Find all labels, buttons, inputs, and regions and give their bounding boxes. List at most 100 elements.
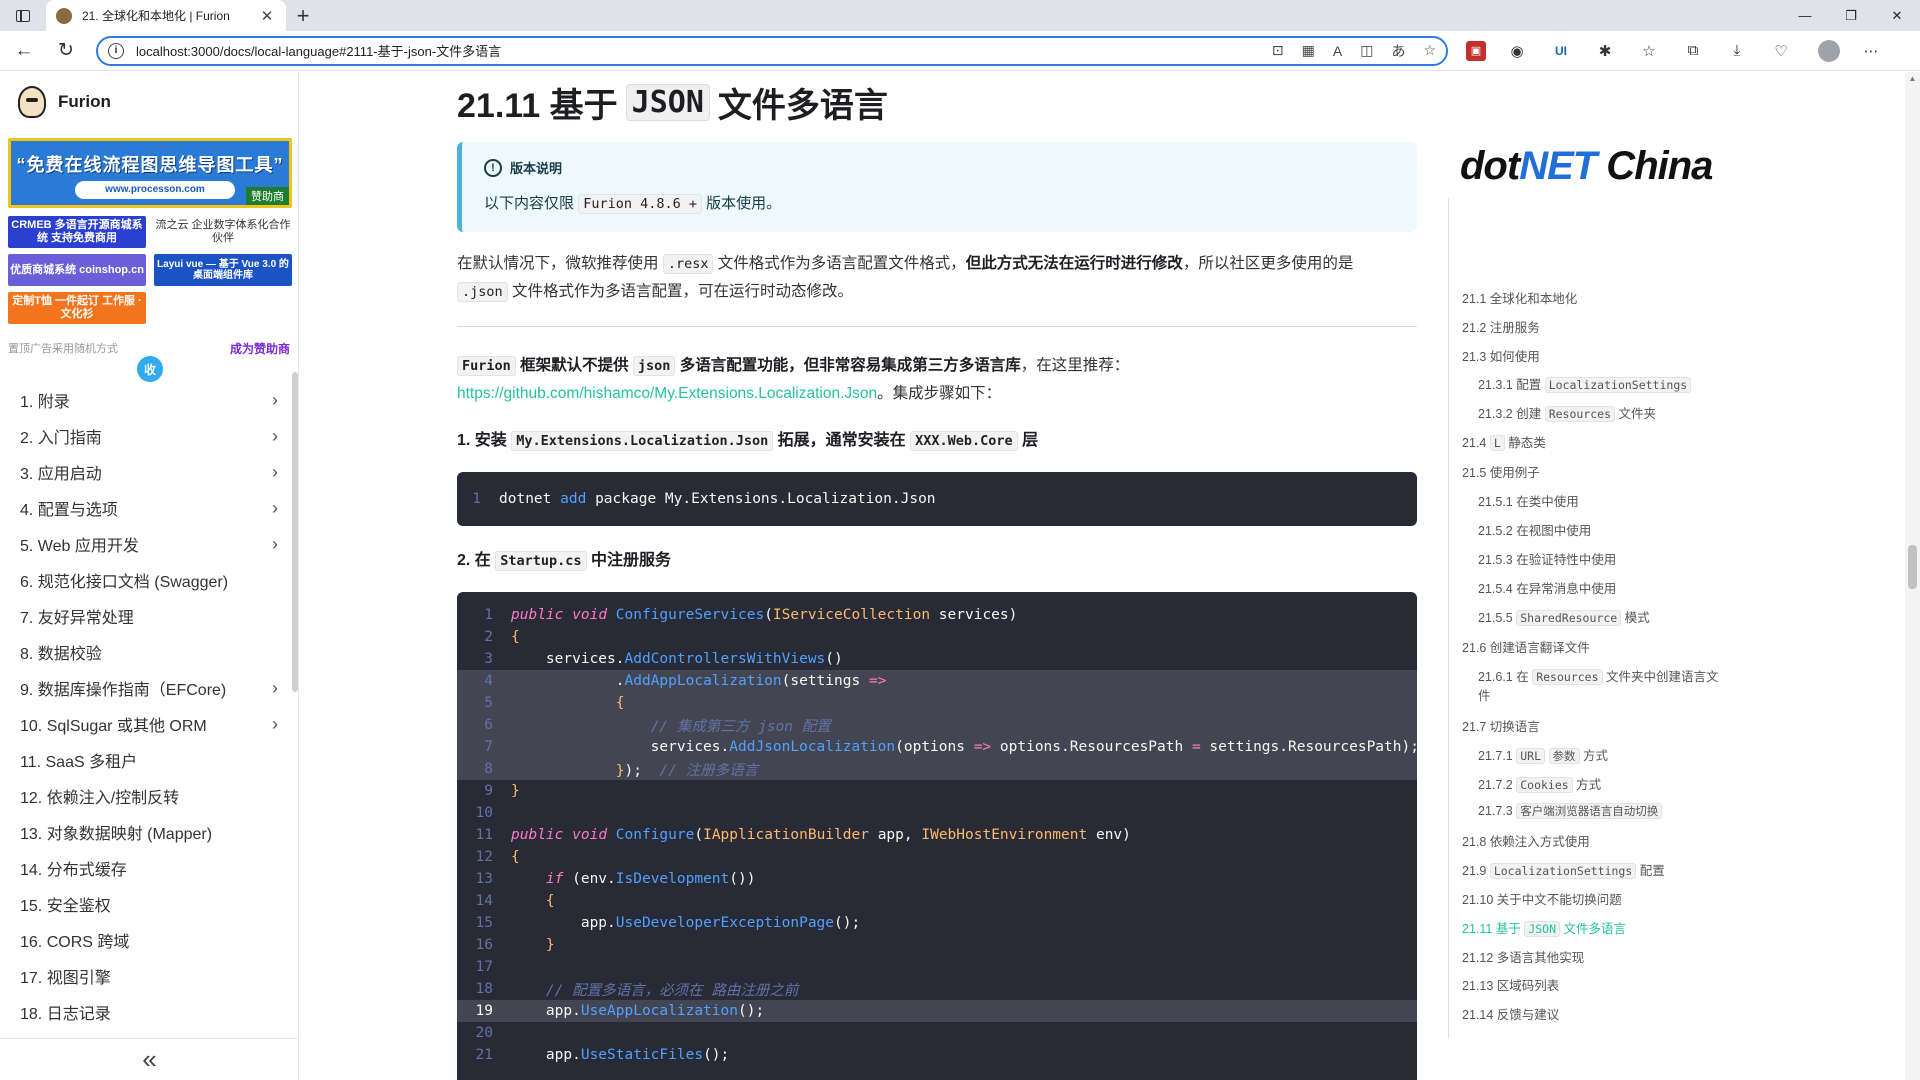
- extension-circle-icon[interactable]: ◉: [1504, 38, 1530, 64]
- translate-icon[interactable]: あ: [1391, 41, 1405, 61]
- profile-avatar[interactable]: [1818, 39, 1840, 62]
- code-line: 13 if (env.IsDevelopment()): [457, 868, 1417, 890]
- toc-item[interactable]: 21.3.1 配置 LocalizationSettings: [1478, 374, 1692, 393]
- sidebar-item[interactable]: 5. Web 应用开发 ›: [0, 526, 290, 562]
- sidebar-item-label: 6. 规范化接口文档 (Swagger): [20, 574, 229, 591]
- sidebar-item[interactable]: 18. 日志记录: [0, 994, 290, 1030]
- toc-item[interactable]: 21.5.1 在类中使用: [1478, 491, 1579, 510]
- toc-item[interactable]: 21.6 创建语言翻译文件: [1462, 637, 1590, 656]
- sidebar-item[interactable]: 1. 附录 ›: [0, 382, 290, 418]
- settings-menu-icon[interactable]: ⋯: [1858, 38, 1884, 64]
- chevron-right-icon[interactable]: ›: [260, 714, 290, 735]
- chevron-right-icon[interactable]: ›: [260, 534, 290, 555]
- browser-essentials-icon[interactable]: ♡: [1768, 38, 1794, 64]
- qr-code-icon[interactable]: ▦: [1302, 42, 1315, 59]
- sponsor-ad-5[interactable]: 定制T恤 一件起订 工作服 · 文化衫: [8, 292, 146, 324]
- browser-tab[interactable]: 21. 全球化和本地化 | Furion ✕: [46, 0, 286, 31]
- sidebar-item[interactable]: 11. SaaS 多租户: [0, 742, 290, 778]
- sidebar-item[interactable]: 13. 对象数据映射 (Mapper): [0, 814, 290, 850]
- toc-item[interactable]: 21.7.2 Cookies 方式: [1478, 774, 1601, 793]
- toc-item[interactable]: 21.3 如何使用: [1462, 346, 1540, 365]
- site-brand[interactable]: Furion: [18, 86, 111, 118]
- dotnet-china-logo[interactable]: dotNET China: [1460, 144, 1713, 189]
- page-scrollbar-thumb[interactable]: [1908, 545, 1917, 589]
- downloads-icon[interactable]: ⤓: [1724, 38, 1750, 64]
- toc-item[interactable]: 21.3.2 创建 Resources 文件夹: [1478, 403, 1656, 422]
- toc-item[interactable]: 21.7.3 客户端浏览器语言自动切换: [1478, 803, 1663, 819]
- become-sponsor-link[interactable]: 成为赞助商: [230, 340, 290, 357]
- extension-ui-icon[interactable]: UI: [1548, 38, 1574, 64]
- toc-item[interactable]: 21.1 全球化和本地化: [1462, 288, 1577, 307]
- chevron-right-icon[interactable]: ›: [260, 462, 290, 483]
- version-code: Furion 4.8.6 +: [578, 194, 702, 214]
- toc-item[interactable]: 21.7.1 URL 参数 方式: [1478, 745, 1608, 764]
- toc-item[interactable]: 21.5.3 在验证特性中使用: [1478, 549, 1616, 568]
- sponsor-ad-1[interactable]: CRMEB 多语言开源商城系统 支持免费商用: [8, 216, 146, 248]
- close-window-button[interactable]: ✕: [1874, 0, 1920, 31]
- toc-item[interactable]: 21.9 LocalizationSettings 配置: [1462, 860, 1665, 879]
- restore-button[interactable]: ❐: [1828, 0, 1874, 31]
- toc-item[interactable]: 21.10 关于中文不能切换问题: [1462, 889, 1622, 908]
- step2-text-a: 2. 在: [457, 552, 491, 569]
- sidebar-item[interactable]: 4. 配置与选项 ›: [0, 490, 290, 526]
- tab-actions-button[interactable]: [0, 0, 46, 31]
- favorite-star-icon[interactable]: ☆: [1423, 42, 1436, 59]
- chevron-right-icon[interactable]: ›: [260, 426, 290, 447]
- toc-item[interactable]: 21.8 依赖注入方式使用: [1462, 831, 1590, 850]
- extensions-puzzle-icon[interactable]: ✱: [1592, 38, 1618, 64]
- sidebar-item[interactable]: 10. SqlSugar 或其他 ORM ›: [0, 706, 290, 742]
- chevron-right-icon[interactable]: ›: [260, 498, 290, 519]
- toc-item[interactable]: 21.5.2 在视图中使用: [1478, 520, 1591, 539]
- collapse-ads-button[interactable]: 收: [137, 356, 163, 382]
- collections-icon[interactable]: ⧉: [1680, 38, 1706, 64]
- site-info-icon[interactable]: i: [108, 42, 124, 59]
- toc-item[interactable]: 21.2 注册服务: [1462, 317, 1540, 336]
- back-button[interactable]: ←: [6, 35, 42, 67]
- install-app-icon[interactable]: ⊡: [1272, 42, 1284, 59]
- sponsor-banner-main[interactable]: “免费在线流程图思维导图工具” www.processon.com 赞助商: [8, 138, 292, 208]
- toc-item[interactable]: 21.5.4 在异常消息中使用: [1478, 578, 1616, 597]
- sidebar-item[interactable]: 7. 友好异常处理: [0, 598, 290, 634]
- toc-item[interactable]: 21.6.1 在 Resources 文件夹中创建语言文件: [1478, 666, 1719, 704]
- toc-item[interactable]: 21.5 使用例子: [1462, 462, 1540, 481]
- new-tab-button[interactable]: +: [286, 0, 320, 31]
- sidebar-scrollbar[interactable]: [292, 372, 298, 692]
- toc-item[interactable]: 21.13 区域码列表: [1462, 975, 1559, 994]
- extension-red-icon[interactable]: ▣: [1466, 40, 1486, 61]
- minimize-button[interactable]: —: [1782, 0, 1828, 31]
- toc-item[interactable]: 21.4 L 静态类: [1462, 432, 1546, 451]
- immersive-reader-icon[interactable]: ◫: [1360, 42, 1373, 59]
- sidebar-item[interactable]: 14. 分布式缓存: [0, 850, 290, 886]
- sidebar-item[interactable]: 12. 依赖注入/控制反转: [0, 778, 290, 814]
- sidebar-item[interactable]: 8. 数据校验: [0, 634, 290, 670]
- url-text[interactable]: localhost:3000/docs/local-language#2111-…: [136, 41, 1254, 60]
- chevron-right-icon[interactable]: ›: [260, 678, 290, 699]
- address-bar[interactable]: i localhost:3000/docs/local-language#211…: [96, 35, 1448, 66]
- sidebar-item[interactable]: 6. 规范化接口文档 (Swagger): [0, 562, 290, 598]
- sidebar-item[interactable]: 17. 视图引擎: [0, 958, 290, 994]
- toc-item[interactable]: 21.7 切换语言: [1462, 716, 1540, 735]
- toc-item[interactable]: 21.5.5 SharedResource 模式: [1478, 607, 1650, 626]
- refresh-button[interactable]: ↻: [48, 35, 84, 67]
- tab-close-icon[interactable]: ✕: [258, 7, 276, 25]
- sidebar-item[interactable]: 9. 数据库操作指南（EFCore) ›: [0, 670, 290, 706]
- sponsor-ad-3[interactable]: 优质商城系统 coinshop.cn: [8, 254, 146, 286]
- toc-item[interactable]: 21.14 反馈与建议: [1462, 1004, 1559, 1023]
- chevron-right-icon[interactable]: ›: [260, 390, 290, 411]
- install-code-block[interactable]: 1 dotnet add package My.Extensions.Local…: [457, 472, 1417, 526]
- read-aloud-icon[interactable]: A: [1333, 43, 1342, 59]
- toc-item[interactable]: 21.12 多语言其他实现: [1462, 947, 1584, 966]
- sponsor-ad-4[interactable]: Layui vue — 基于 Vue 3.0 的桌面端组件库: [154, 254, 292, 286]
- sponsor-ad-2[interactable]: 流之云 企业数字体系化合作伙伴: [154, 216, 292, 248]
- collapse-sidebar-button[interactable]: «: [0, 1038, 299, 1080]
- scroll-up-arrow[interactable]: ▲: [1905, 74, 1920, 83]
- sidebar-item[interactable]: 2. 入门指南 ›: [0, 418, 290, 454]
- sidebar-item-label: 11. SaaS 多租户: [20, 754, 138, 771]
- sidebar-item[interactable]: 15. 安全鉴权: [0, 886, 290, 922]
- favorites-icon[interactable]: ☆: [1636, 38, 1662, 64]
- toc-item[interactable]: 21.11 基于 JSON 文件多语言: [1462, 918, 1626, 937]
- sidebar-item[interactable]: 3. 应用启动 ›: [0, 454, 290, 490]
- sidebar-item[interactable]: 16. CORS 跨域: [0, 922, 290, 958]
- startup-code-block[interactable]: 1 public void ConfigureServices(IServiceC…: [457, 592, 1417, 1080]
- github-link[interactable]: https://github.com/hishamco/My.Extension…: [457, 385, 877, 402]
